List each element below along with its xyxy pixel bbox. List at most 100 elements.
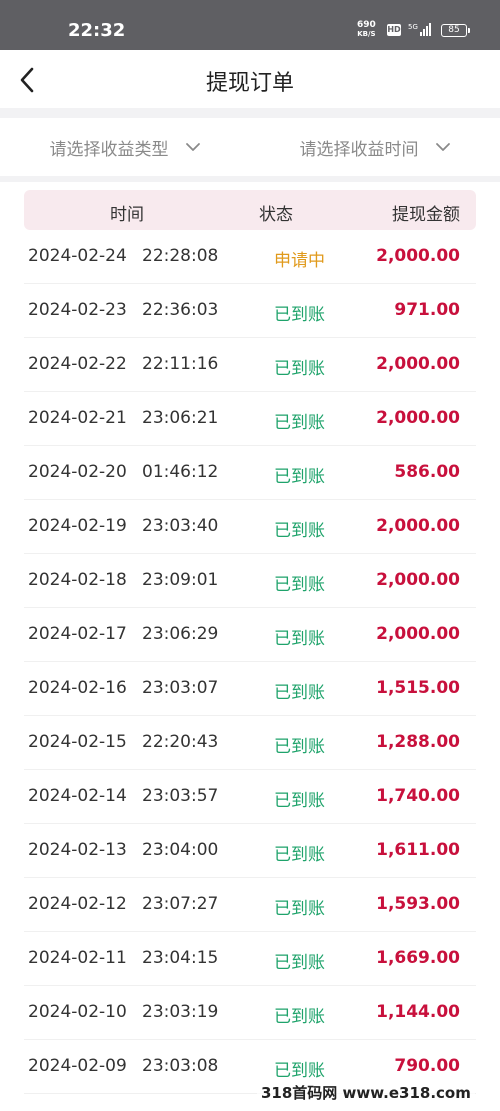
table-row[interactable]: 2024-02-17 23:06:29 已到账 2,000.00 [24,608,476,662]
row-date: 2024-02-11 [28,948,127,968]
income-time-placeholder: 请选择收益时间 [299,139,419,160]
chevron-down-icon [435,143,450,151]
row-time: 22:36:03 [142,300,219,320]
page-title: 提现订单 [205,71,294,96]
row-date: 2024-02-18 [28,570,127,590]
row-time: 23:03:40 [142,516,219,536]
status-badge: 已到账 [274,737,325,757]
status-badge: 已到账 [274,791,325,811]
row-amount: 2,000.00 [376,516,460,536]
status-badge: 申请中 [274,251,325,271]
row-amount: 2,000.00 [376,624,460,644]
row-date: 2024-02-09 [28,1056,127,1076]
row-time: 23:06:21 [142,408,219,428]
row-date: 2024-02-22 [28,354,127,374]
hd-icon: HD [387,24,401,36]
row-amount: 2,000.00 [376,570,460,590]
row-time: 22:28:08 [142,246,219,266]
table-row[interactable]: 2024-02-14 23:03:57 已到账 1,740.00 [24,770,476,824]
row-amount: 1,740.00 [376,786,460,806]
row-amount: 790.00 [394,1056,460,1076]
income-type-select[interactable]: 请选择收益类型 [0,118,250,176]
status-badge: 已到账 [274,359,325,379]
row-date: 2024-02-21 [28,408,127,428]
row-time: 23:04:00 [142,840,219,860]
row-amount: 1,593.00 [376,894,460,914]
row-time: 23:09:01 [142,570,219,590]
status-badge: 已到账 [274,521,325,541]
row-time: 23:07:27 [142,894,219,914]
status-badge: 已到账 [274,467,325,487]
table-row[interactable]: 2024-02-22 22:11:16 已到账 2,000.00 [24,338,476,392]
row-date: 2024-02-24 [28,246,127,266]
table-row[interactable]: 2024-02-21 23:06:21 已到账 2,000.00 [24,392,476,446]
row-date: 2024-02-14 [28,786,127,806]
row-date: 2024-02-20 [28,462,127,482]
row-time: 22:11:16 [142,354,219,374]
status-badge: 已到账 [274,413,325,433]
row-date: 2024-02-10 [28,1002,127,1022]
signal-icon: 5G [408,23,431,36]
status-badge: 已到账 [274,575,325,595]
table-row[interactable]: 2024-02-11 23:04:15 已到账 1,669.00 [24,932,476,986]
header-amount: 提现金额 [392,205,460,225]
row-amount: 1,288.00 [376,732,460,752]
row-time: 23:03:07 [142,678,219,698]
status-badge: 已到账 [274,845,325,865]
network-speed: 690 KB/S [357,20,376,39]
status-badge: 已到账 [274,953,325,973]
row-date: 2024-02-19 [28,516,127,536]
status-bar: 22:32 690 KB/S HD 5G 85 [0,0,500,50]
status-badge: 已到账 [274,305,325,325]
row-time: 23:03:08 [142,1056,219,1076]
table-row[interactable]: 2024-02-16 23:03:07 已到账 1,515.00 [24,662,476,716]
chevron-down-icon [185,143,200,151]
row-amount: 971.00 [394,300,460,320]
table-row[interactable]: 2024-02-19 23:03:40 已到账 2,000.00 [24,500,476,554]
status-badge: 已到账 [274,683,325,703]
table-row[interactable]: 2024-02-13 23:04:00 已到账 1,611.00 [24,824,476,878]
row-amount: 1,669.00 [376,948,460,968]
row-amount: 1,515.00 [376,678,460,698]
income-time-select[interactable]: 请选择收益时间 [250,118,500,176]
table-row[interactable]: 2024-02-10 23:03:19 已到账 1,144.00 [24,986,476,1040]
row-time: 23:03:19 [142,1002,219,1022]
status-badge: 已到账 [274,1061,325,1081]
row-date: 2024-02-17 [28,624,127,644]
row-time: 01:46:12 [142,462,219,482]
status-badge: 已到账 [274,899,325,919]
table-row[interactable]: 2024-02-20 01:46:12 已到账 586.00 [24,446,476,500]
row-date: 2024-02-12 [28,894,127,914]
table-row[interactable]: 2024-02-23 22:36:03 已到账 971.00 [24,284,476,338]
status-badge: 已到账 [274,629,325,649]
status-badge: 已到账 [274,1007,325,1027]
table-row[interactable]: 2024-02-24 22:28:08 申请中 2,000.00 [24,230,476,284]
row-date: 2024-02-15 [28,732,127,752]
watermark: 318首码网 www.e318.com [257,1082,475,1103]
row-time: 22:20:43 [142,732,219,752]
table-row[interactable]: 2024-02-18 23:09:01 已到账 2,000.00 [24,554,476,608]
table-row[interactable]: 2024-02-15 22:20:43 已到账 1,288.00 [24,716,476,770]
row-date: 2024-02-23 [28,300,127,320]
row-time: 23:06:29 [142,624,219,644]
income-type-placeholder: 请选择收益类型 [49,139,169,160]
row-amount: 2,000.00 [376,246,460,266]
withdrawal-list: 时间 状态 提现金额 2024-02-24 22:28:08 申请中 2,000.00… [0,182,500,1111]
filter-bar: 请选择收益类型 请选择收益时间 [0,118,500,176]
row-time: 23:03:57 [142,786,219,806]
nav-bar: 提现订单 [0,50,500,108]
header-status: 状态 [259,205,293,225]
svg-text:5G: 5G [408,23,418,31]
row-amount: 586.00 [394,462,460,482]
row-amount: 2,000.00 [376,408,460,428]
status-time: 22:32 [68,20,126,41]
row-time: 23:04:15 [142,948,219,968]
table-header: 时间 状态 提现金额 [24,190,476,230]
table-row[interactable]: 2024-02-12 23:07:27 已到账 1,593.00 [24,878,476,932]
row-date: 2024-02-16 [28,678,127,698]
row-amount: 2,000.00 [376,354,460,374]
battery-icon: 85 [441,24,470,37]
header-time: 时间 [110,205,144,225]
row-date: 2024-02-13 [28,840,127,860]
row-amount: 1,144.00 [376,1002,460,1022]
